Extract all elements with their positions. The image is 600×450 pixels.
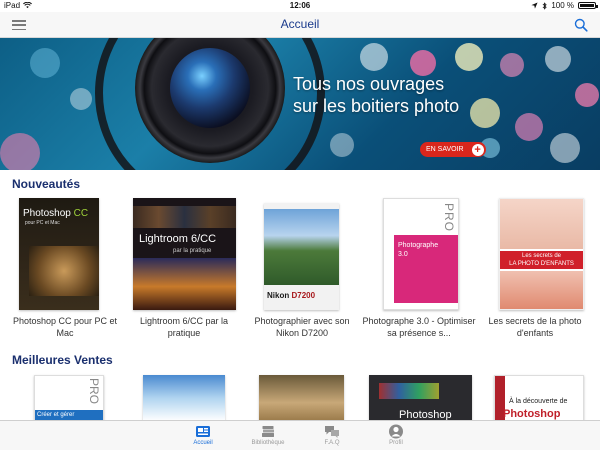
promo-banner[interactable]: Tous nos ouvrages sur les boitiers photo [0,38,600,170]
status-bar: iPad 12:06 100 % [0,0,600,12]
location-icon [531,2,538,9]
banner-headline: Tous nos ouvrages sur les boitiers photo [293,73,459,117]
book-title[interactable]: Photoshop CC pour PC et Mac [7,315,123,339]
status-right: 100 % [531,1,598,10]
tab-profil[interactable]: Profil [366,424,426,446]
book-title[interactable]: Photographier avec son Nikon D7200 [244,315,360,339]
tab-label: Accueil [193,440,213,446]
plus-icon: + [471,143,484,156]
chat-icon [325,426,339,438]
home-icon [196,426,210,437]
section-title-meilleures-ventes: Meilleures Ventes [12,353,113,367]
battery-percent: 100 % [551,1,574,10]
tab-faq[interactable]: F.A.Q [302,424,362,446]
book-cover[interactable]: Lightroom 6/CC par la pratique [133,198,236,310]
learn-more-label: EN SAVOIR [426,146,464,153]
book-cover[interactable]: Photoshop CC pour PC et Mac [19,198,99,310]
book-cover[interactable]: PRO Créer et gérer [34,375,104,421]
bluetooth-icon [542,1,547,10]
book-cover[interactable] [143,375,225,421]
tab-label: Bibliothèque [251,440,285,446]
banner-line-1: Tous nos ouvrages [293,74,445,94]
tab-label: F.A.Q [324,440,340,446]
section-title-nouveautes: Nouveautés [12,177,81,191]
book-cover[interactable]: Nikon D7200 [264,203,339,310]
tab-bibliotheque[interactable]: Bibliothèque [238,424,298,446]
book-title[interactable]: Photographe 3.0 - Optimiser sa présence … [361,315,477,339]
tab-bar: Accueil Bibliothèque F.A.Q Profil [0,420,600,450]
book-cover[interactable]: Photoshop [369,375,472,421]
battery-icon [578,2,598,9]
banner-line-2: sur les boitiers photo [293,96,460,116]
book-cover[interactable] [259,375,344,421]
page-title: Accueil [280,17,320,31]
nav-bar: Accueil [0,12,600,38]
search-icon[interactable] [574,18,588,32]
book-cover[interactable]: À la découverte de Photoshop [494,375,584,421]
clock: 12:06 [289,1,311,10]
book-cover[interactable]: Les secrets de LA PHOTO D'ENFANTS [499,198,584,310]
profile-icon [389,424,403,439]
tab-label: Profil [389,440,403,446]
app-screen: iPad 12:06 100 % Accueil Tous nos ouvrag… [0,0,600,450]
book-title[interactable]: Lightroom 6/CC par la pratique [126,315,242,339]
book-title[interactable]: Les secrets de la photo d'enfants [477,315,593,339]
books-icon [262,426,274,437]
learn-more-button[interactable]: EN SAVOIR + [420,142,486,157]
tab-accueil[interactable]: Accueil [173,424,233,446]
book-cover[interactable]: PRO Photographe 3.0 [383,198,459,310]
